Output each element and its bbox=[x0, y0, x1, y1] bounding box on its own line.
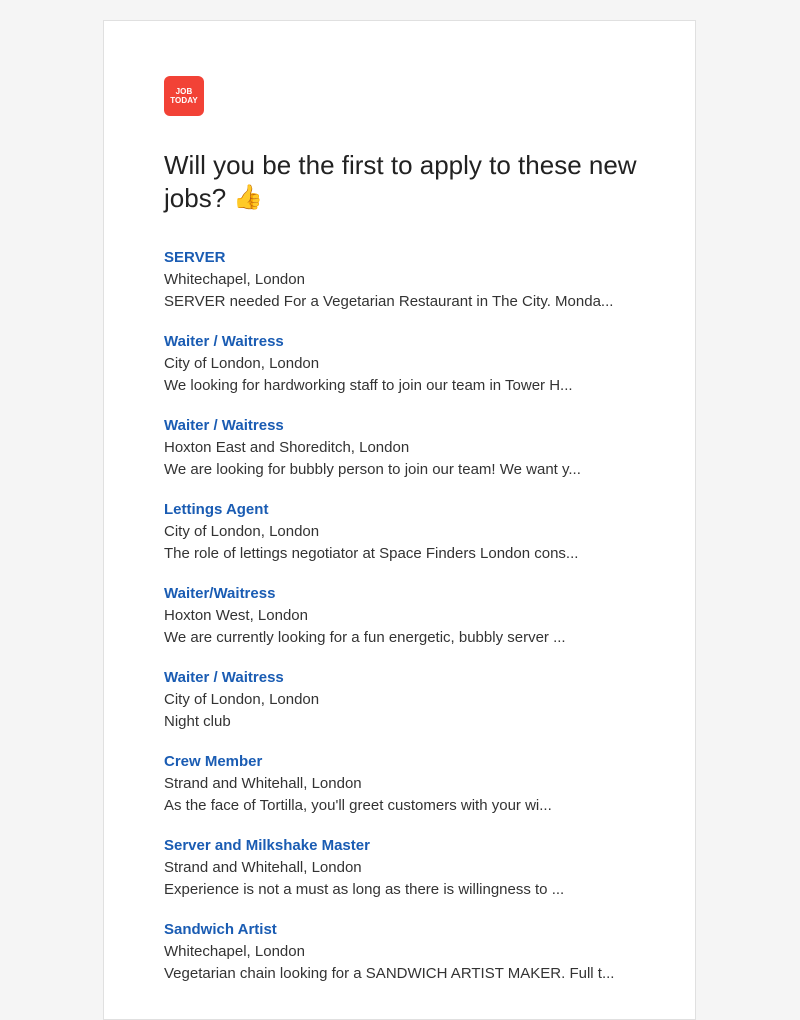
job-description: The role of lettings negotiator at Space… bbox=[164, 545, 579, 562]
job-description: Vegetarian chain looking for a SANDWICH … bbox=[164, 965, 615, 982]
email-card: JOB TODAY Will you be the first to apply… bbox=[103, 20, 696, 1020]
job-location: City of London, London bbox=[164, 355, 320, 372]
job-item: Server and Milkshake Master Strand and W… bbox=[164, 835, 644, 919]
logo-text-line1: JOB bbox=[175, 87, 193, 96]
page-headline: Will you be the first to apply to these … bbox=[164, 149, 644, 215]
job-today-logo[interactable]: JOB TODAY bbox=[164, 76, 204, 116]
job-location: City of London, London bbox=[164, 523, 320, 540]
job-list: SERVER Whitechapel, London SERVER needed… bbox=[164, 247, 644, 1003]
job-title-link[interactable]: Crew Member bbox=[164, 751, 644, 773]
job-description: Night club bbox=[164, 713, 231, 730]
job-description: We are currently looking for a fun energ… bbox=[164, 629, 566, 646]
job-title-link[interactable]: SERVER bbox=[164, 247, 644, 269]
job-title-link[interactable]: Waiter/Waitress bbox=[164, 583, 644, 605]
job-item: Waiter / Waitress Hoxton East and Shored… bbox=[164, 415, 644, 499]
job-location: City of London, London bbox=[164, 691, 320, 708]
job-location: Whitechapel, London bbox=[164, 271, 305, 288]
job-item: Waiter / Waitress City of London, London… bbox=[164, 331, 644, 415]
job-title-link[interactable]: Waiter / Waitress bbox=[164, 331, 644, 353]
thumbs-up-icon: 👍 bbox=[233, 184, 264, 211]
job-description: As the face of Tortilla, you'll greet cu… bbox=[164, 797, 552, 814]
job-item: Crew Member Strand and Whitehall, London… bbox=[164, 751, 644, 835]
job-title-link[interactable]: Waiter / Waitress bbox=[164, 667, 644, 689]
job-title-link[interactable]: Waiter / Waitress bbox=[164, 415, 644, 437]
job-description: SERVER needed For a Vegetarian Restauran… bbox=[164, 293, 614, 310]
job-title-link[interactable]: Lettings Agent bbox=[164, 499, 644, 521]
job-description: We are looking for bubbly person to join… bbox=[164, 461, 581, 478]
job-location: Hoxton West, London bbox=[164, 607, 308, 624]
job-description: We looking for hardworking staff to join… bbox=[164, 377, 573, 394]
job-location: Strand and Whitehall, London bbox=[164, 775, 362, 792]
job-title-link[interactable]: Sandwich Artist bbox=[164, 919, 644, 941]
job-title-link[interactable]: Server and Milkshake Master bbox=[164, 835, 644, 857]
job-item: Sandwich Artist Whitechapel, London Vege… bbox=[164, 919, 644, 1003]
job-location: Hoxton East and Shoreditch, London bbox=[164, 439, 410, 456]
job-item: Waiter/Waitress Hoxton West, London We a… bbox=[164, 583, 644, 667]
job-location: Strand and Whitehall, London bbox=[164, 859, 362, 876]
job-item: Waiter / Waitress City of London, London… bbox=[164, 667, 644, 751]
logo-text-line2: TODAY bbox=[170, 96, 198, 105]
job-location: Whitechapel, London bbox=[164, 943, 305, 960]
job-description: Experience is not a must as long as ther… bbox=[164, 881, 565, 898]
job-item: SERVER Whitechapel, London SERVER needed… bbox=[164, 247, 644, 331]
job-item: Lettings Agent City of London, London Th… bbox=[164, 499, 644, 583]
